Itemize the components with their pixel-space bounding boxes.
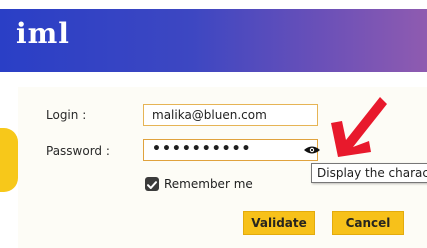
cancel-button[interactable]: Cancel bbox=[332, 211, 404, 235]
password-label: Password : bbox=[46, 144, 110, 158]
red-arrow-icon bbox=[331, 97, 387, 157]
password-tooltip: Display the characters bbox=[311, 163, 427, 183]
login-label: Login : bbox=[46, 108, 87, 122]
validate-button[interactable]: Validate bbox=[243, 211, 315, 235]
login-screen: iml Login : Password : •••••••••• Displa… bbox=[0, 0, 427, 248]
remember-me-checkbox[interactable] bbox=[145, 177, 159, 191]
eye-icon[interactable] bbox=[303, 145, 321, 155]
password-input[interactable]: •••••••••• bbox=[143, 139, 318, 161]
login-input[interactable] bbox=[143, 104, 318, 126]
remember-me-label: Remember me bbox=[164, 177, 253, 191]
checkmark-icon bbox=[147, 181, 157, 189]
app-logo: iml bbox=[16, 17, 70, 50]
decorative-shape bbox=[0, 128, 18, 192]
